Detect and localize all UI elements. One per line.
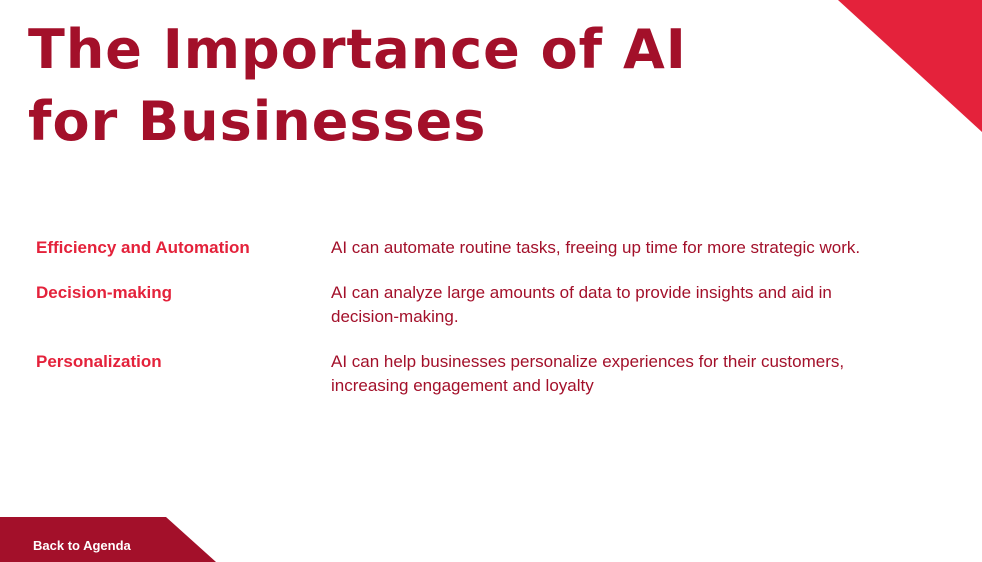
- row-label: Personalization: [36, 352, 162, 371]
- slide-title-line-2: for Businesses: [28, 90, 487, 153]
- content-table: Efficiency and Automation AI can automat…: [36, 236, 936, 419]
- back-to-agenda-label: Back to Agenda: [33, 538, 131, 553]
- row-description: AI can analyze large amounts of data to …: [331, 283, 832, 326]
- row-description: AI can help businesses personalize exper…: [331, 352, 845, 395]
- row-label: Efficiency and Automation: [36, 238, 250, 257]
- content-row-personalization: Personalization AI can help businesses p…: [36, 350, 936, 398]
- content-row-decision-making: Decision-making AI can analyze large amo…: [36, 281, 936, 329]
- back-to-agenda-button[interactable]: Back to Agenda: [0, 517, 216, 562]
- slide-title: The Importance of AI for Businesses: [28, 14, 748, 158]
- corner-accent-triangle: [838, 0, 982, 132]
- row-label: Decision-making: [36, 283, 173, 302]
- row-description: AI can automate routine tasks, freeing u…: [331, 238, 861, 257]
- slide-title-line-1: The Importance of AI: [28, 18, 687, 81]
- content-row-efficiency: Efficiency and Automation AI can automat…: [36, 236, 936, 260]
